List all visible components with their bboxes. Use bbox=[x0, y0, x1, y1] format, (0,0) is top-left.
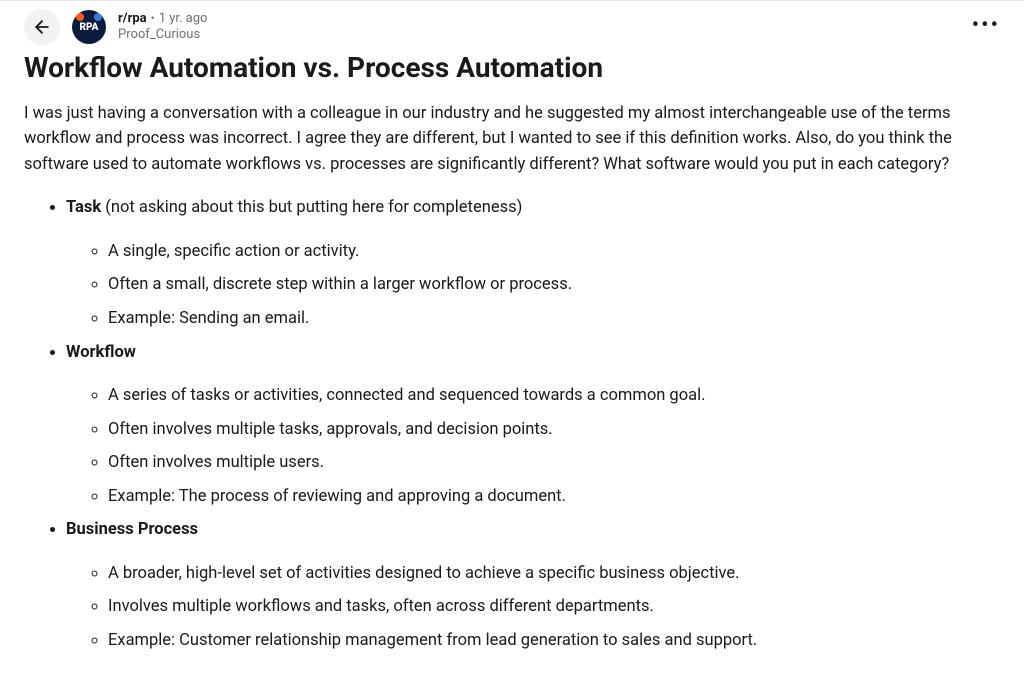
definition-item: Workflow A series of tasks or activities,… bbox=[66, 340, 1000, 510]
separator-dot: • bbox=[151, 11, 155, 26]
avatar-text: RPA bbox=[80, 22, 99, 33]
definition-points: A single, specific action or activity. Of… bbox=[66, 239, 1000, 332]
subreddit-link[interactable]: r/rpa bbox=[118, 11, 147, 27]
meta-top-row: r/rpa • 1 yr. ago bbox=[118, 11, 207, 27]
definition-item: Business Process A broader, high-level se… bbox=[66, 517, 1000, 653]
definition-points: A series of tasks or activities, connect… bbox=[66, 383, 1000, 509]
username-link[interactable]: Proof_Curious bbox=[118, 27, 207, 43]
post-body: I was just having a conversation with a … bbox=[24, 101, 1000, 654]
post-intro: I was just having a conversation with a … bbox=[24, 101, 1000, 178]
post-meta: r/rpa • 1 yr. ago Proof_Curious bbox=[118, 11, 207, 44]
arrow-left-icon bbox=[32, 17, 52, 37]
more-options-button[interactable]: ••• bbox=[972, 15, 1000, 37]
definition-note: (not asking about this but putting here … bbox=[101, 198, 522, 217]
definition-point: Involves multiple workflows and tasks, o… bbox=[108, 594, 1000, 620]
definition-point: Example: Customer relationship managemen… bbox=[108, 628, 1000, 654]
definition-term: Task bbox=[66, 198, 101, 217]
definition-point: Example: Sending an email. bbox=[108, 306, 1000, 332]
definition-point: Often involves multiple users. bbox=[108, 450, 1000, 476]
definition-point: A series of tasks or activities, connect… bbox=[108, 383, 1000, 409]
post-header: RPA r/rpa • 1 yr. ago Proof_Curious ••• bbox=[24, 9, 1000, 45]
post-time: 1 yr. ago bbox=[159, 11, 208, 27]
definitions-list: Task (not asking about this but putting … bbox=[24, 195, 1000, 653]
definition-term: Workflow bbox=[66, 343, 136, 362]
back-button[interactable] bbox=[24, 9, 60, 45]
post-container: RPA r/rpa • 1 yr. ago Proof_Curious ••• … bbox=[0, 0, 1024, 670]
definition-point: Often involves multiple tasks, approvals… bbox=[108, 417, 1000, 443]
definition-point: Often a small, discrete step within a la… bbox=[108, 272, 1000, 298]
definition-points: A broader, high-level set of activities … bbox=[66, 561, 1000, 654]
subreddit-avatar[interactable]: RPA bbox=[72, 10, 106, 44]
post-title: Workflow Automation vs. Process Automati… bbox=[24, 51, 1000, 85]
definition-item: Task (not asking about this but putting … bbox=[66, 195, 1000, 331]
definition-term: Business Process bbox=[66, 520, 198, 539]
definition-point: A single, specific action or activity. bbox=[108, 239, 1000, 265]
definition-point: Example: The process of reviewing and ap… bbox=[108, 484, 1000, 510]
ellipsis-icon: ••• bbox=[972, 13, 1000, 38]
definition-point: A broader, high-level set of activities … bbox=[108, 561, 1000, 587]
